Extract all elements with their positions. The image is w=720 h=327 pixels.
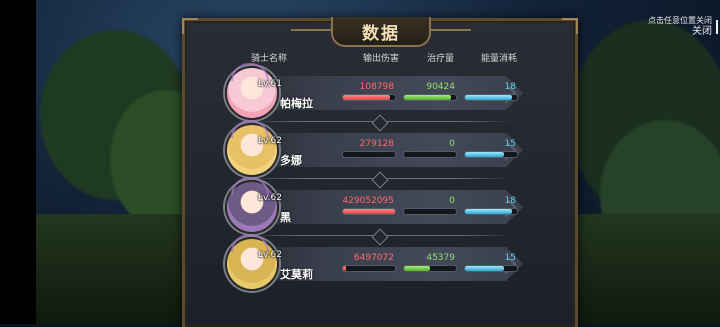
exclamation-icon <box>716 20 718 34</box>
header-knight-name: 骑士名称 <box>251 54 288 64</box>
heal-value: 90424 <box>426 82 455 92</box>
damage-bar-fill <box>343 95 390 100</box>
heal-bar <box>403 151 457 158</box>
knight-name: 帕梅拉 <box>280 97 313 110</box>
screen-edge <box>0 0 36 324</box>
energy-value: 18 <box>504 196 516 206</box>
knight-level: Lv.62 <box>258 193 282 203</box>
header-heal: 治疗量 <box>427 54 455 64</box>
knight-row: Lv.62 黑 429052095 0 18 <box>185 177 575 235</box>
damage-bar <box>342 208 396 215</box>
energy-bar-fill <box>465 152 504 157</box>
energy-bar <box>464 265 518 272</box>
close-label[interactable]: 关闭 <box>648 26 712 38</box>
damage-value: 6497072 <box>353 253 394 263</box>
panel-title: 数据 <box>362 24 400 44</box>
damage-bar-fill <box>343 266 346 271</box>
knight-level: Lv.62 <box>258 136 282 146</box>
heal-bar-fill <box>404 95 451 100</box>
damage-value: 279128 <box>359 139 394 149</box>
damage-bar <box>342 94 396 101</box>
damage-bar <box>342 151 396 158</box>
heal-bar <box>403 94 457 101</box>
close-area[interactable]: 点击任意位置关闭 关闭 <box>648 16 718 38</box>
energy-bar <box>464 151 518 158</box>
energy-bar-fill <box>465 209 512 214</box>
knight-name: 黑 <box>280 211 291 224</box>
energy-bar-fill <box>465 95 512 100</box>
damage-value: 429052095 <box>342 196 394 206</box>
knight-name: 艾莫莉 <box>280 268 313 281</box>
heal-bar <box>403 265 457 272</box>
energy-value: 15 <box>504 253 516 263</box>
frame-corner-ornament <box>562 18 578 34</box>
frame-corner-ornament <box>182 18 198 34</box>
heal-value: 45379 <box>426 253 455 263</box>
heal-bar <box>403 208 457 215</box>
damage-bar-fill <box>343 209 395 214</box>
knight-row: Lv.62 多娜 279128 0 15 <box>185 120 575 178</box>
knight-level: Lv.62 <box>258 250 282 260</box>
energy-value: 15 <box>504 139 516 149</box>
knight-row: Lv.61 帕梅拉 108798 90424 18 <box>185 63 575 121</box>
energy-bar <box>464 94 518 101</box>
header-energy: 能量消耗 <box>481 54 518 64</box>
knight-row: Lv.62 艾莫莉 6497072 45379 15 <box>185 234 575 292</box>
heal-value: 0 <box>449 139 455 149</box>
stats-panel: 数据 骑士名称 输出伤害 治疗量 能量消耗 Lv.61 帕梅拉 108798 9… <box>182 17 578 327</box>
energy-value: 18 <box>504 82 516 92</box>
heal-bar-fill <box>404 266 430 271</box>
header-damage: 输出伤害 <box>363 54 400 64</box>
knight-level: Lv.61 <box>258 79 282 89</box>
energy-bar <box>464 208 518 215</box>
heal-value: 0 <box>449 196 455 206</box>
knight-name: 多娜 <box>280 154 302 167</box>
energy-bar-fill <box>465 266 504 271</box>
title-plate: 数据 <box>291 17 471 47</box>
close-hint: 点击任意位置关闭 <box>648 16 712 25</box>
damage-bar <box>342 265 396 272</box>
damage-value: 108798 <box>359 82 394 92</box>
